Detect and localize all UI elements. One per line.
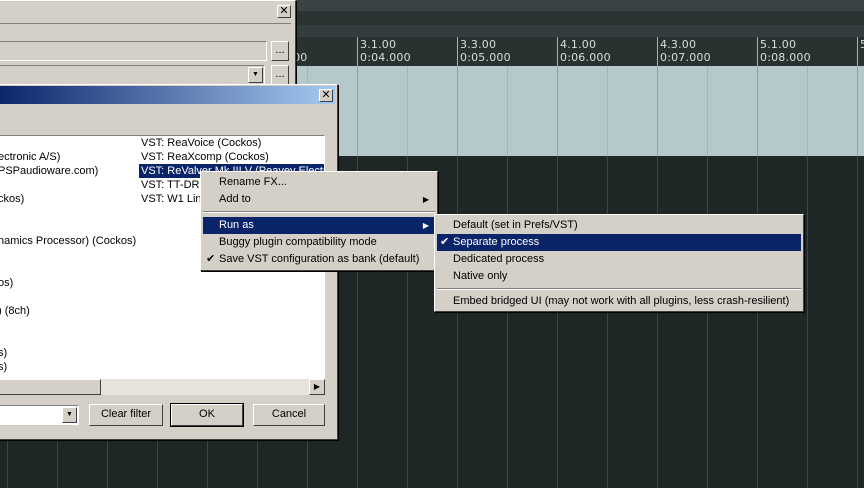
grid-line: [707, 156, 708, 488]
list-item[interactable]: ectronic A/S): [0, 150, 60, 164]
menu-item-embed-bridged-ui[interactable]: Embed bridged UI (may not work with all …: [437, 293, 801, 310]
checkmark-icon: ✔: [206, 253, 216, 265]
filter-input[interactable]: ▼: [0, 405, 79, 425]
menu-item-label: Default (set in Prefs/VST): [453, 219, 578, 231]
browse-button[interactable]: ...: [271, 65, 289, 85]
grid-line: [507, 66, 508, 156]
ruler-bar-label: 4.1.00: [560, 38, 597, 51]
ruler-tick: [557, 37, 558, 66]
menu-item-label: Native only: [453, 270, 508, 282]
ruler-time-label: 0:07.000: [660, 51, 711, 64]
ruler-tick: [857, 37, 858, 66]
ok-button[interactable]: OK: [170, 403, 244, 427]
horizontal-scrollbar[interactable]: ▶: [0, 379, 325, 395]
ruler-tick: [757, 37, 758, 66]
dialog-titlebar[interactable]: [0, 86, 335, 104]
ruler-time-label: 0:08.000: [760, 51, 811, 64]
menu-item-label: Save VST configuration as bank (default): [219, 253, 420, 265]
browse-button[interactable]: ...: [271, 41, 289, 61]
grid-line: [757, 66, 758, 156]
grid-line: [607, 66, 608, 156]
grid-line: [807, 156, 808, 488]
menu-item-run-as[interactable]: Run as ▶: [203, 217, 435, 234]
clear-filter-button[interactable]: Clear filter: [89, 404, 163, 426]
grid-line: [657, 66, 658, 156]
list-item[interactable]: ) (8ch): [0, 304, 30, 318]
cancel-button[interactable]: Cancel: [253, 404, 325, 426]
ruler-tick: [357, 37, 358, 66]
track-area-strip: [290, 0, 864, 11]
ruler-tick: [657, 37, 658, 66]
submenu-arrow-icon: ▶: [422, 221, 429, 230]
ruler-tick: [457, 37, 458, 66]
grid-line: [357, 66, 358, 156]
menu-separator: [203, 211, 435, 213]
menu-item-add-to[interactable]: Add to ▶: [203, 191, 435, 208]
list-item[interactable]: os): [0, 276, 13, 290]
ruler-bar-label: 3.1.00: [360, 38, 397, 51]
list-item[interactable]: VST: ReaXcomp (Cockos): [141, 150, 269, 164]
ruler-bar-label: 4.3.00: [660, 38, 697, 51]
track-area-strip: [290, 11, 864, 25]
list-item[interactable]: ckos): [0, 192, 24, 206]
scrollbar-thumb[interactable]: [0, 379, 101, 395]
menu-item-rename-fx[interactable]: Rename FX...: [203, 174, 435, 191]
menu-item-dedicated-process[interactable]: Dedicated process: [437, 251, 801, 268]
grid-line: [757, 156, 758, 488]
list-item[interactable]: VST: TT-DR: [141, 178, 199, 192]
menu-item-label: Dedicated process: [453, 253, 545, 265]
ruler-bar-label: 5: [860, 38, 864, 51]
grid-line: [707, 66, 708, 156]
grid-line: [407, 66, 408, 156]
track-lane-selected[interactable]: [290, 66, 864, 156]
divider: [0, 23, 291, 24]
list-item[interactable]: s): [0, 360, 7, 374]
close-icon[interactable]: ✕: [319, 89, 333, 102]
grid-line: [557, 66, 558, 156]
run-as-submenu: Default (set in Prefs/VST) ✔ Separate pr…: [434, 214, 804, 312]
menu-item-label: Rename FX...: [219, 176, 287, 188]
menu-item-label: Embed bridged UI (may not work with all …: [453, 295, 790, 307]
menu-item-label: Run as: [219, 219, 254, 231]
list-item[interactable]: VST: W1 Lin: [141, 192, 202, 206]
grid-line: [657, 156, 658, 488]
grid-line: [607, 156, 608, 488]
menu-item-label: Separate process: [453, 236, 540, 248]
grid-line: [857, 156, 858, 488]
grid-line: [457, 66, 458, 156]
menu-item-separate-process[interactable]: ✔ Separate process: [437, 234, 801, 251]
menu-separator: [437, 288, 801, 290]
option-dropdown[interactable]: ▼: [0, 65, 265, 85]
menu-item-label: Buggy plugin compatibility mode: [219, 236, 377, 248]
menu-item-buggy-compat[interactable]: Buggy plugin compatibility mode: [203, 234, 435, 251]
list-item[interactable]: PSPaudioware.com): [0, 164, 98, 178]
menu-item-default[interactable]: Default (set in Prefs/VST): [437, 217, 801, 234]
close-icon[interactable]: ✕: [277, 5, 291, 18]
grid-line: [557, 156, 558, 488]
fx-chain-window: ✕ ... ▼ ...: [0, 0, 296, 86]
path-field[interactable]: [0, 41, 267, 61]
ruler-time-label: 0:04.000: [360, 51, 411, 64]
list-item[interactable]: VST: ReaVoice (Cockos): [141, 136, 261, 150]
ruler-time-label: 0:06.000: [560, 51, 611, 64]
menu-item-save-vst-bank[interactable]: ✔ Save VST configuration as bank (defaul…: [203, 251, 435, 268]
grid-line: [457, 156, 458, 488]
checkmark-icon: ✔: [440, 236, 450, 248]
menu-item-native-only[interactable]: Native only: [437, 268, 801, 285]
chevron-down-icon[interactable]: ▼: [62, 407, 77, 423]
grid-line: [507, 156, 508, 488]
ruler-bar-label: 3.3.00: [460, 38, 497, 51]
scroll-right-icon[interactable]: ▶: [309, 379, 325, 395]
submenu-arrow-icon: ▶: [422, 195, 429, 204]
ruler-bar-label: 5.1.00: [760, 38, 797, 51]
ruler-time-label: 0:05.000: [460, 51, 511, 64]
track-area-strip: [290, 25, 864, 37]
menu-item-label: Add to: [219, 193, 251, 205]
fx-context-menu: Rename FX... Add to ▶ Run as ▶ Buggy plu…: [200, 171, 438, 271]
grid-line: [857, 66, 858, 156]
list-item[interactable]: s): [0, 346, 7, 360]
list-item[interactable]: namics Processor) (Cockos): [0, 234, 136, 248]
grid-line: [807, 66, 808, 156]
chevron-down-icon[interactable]: ▼: [248, 67, 263, 83]
